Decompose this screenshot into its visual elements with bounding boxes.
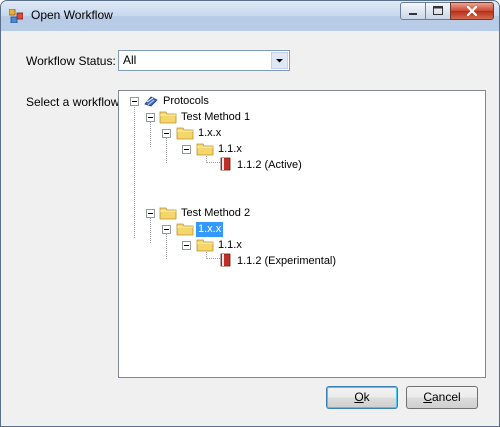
tree-connector — [150, 217, 151, 243]
collapse-toggle[interactable] — [146, 209, 155, 218]
workflow-app-icon — [9, 9, 23, 23]
tree-node-label[interactable]: Test Method 2 — [179, 206, 252, 221]
collapse-toggle[interactable] — [162, 225, 171, 234]
collapse-toggle[interactable] — [182, 241, 191, 250]
collapse-toggle[interactable] — [162, 129, 171, 138]
folder-icon — [159, 111, 177, 124]
open-workflow-dialog: Open Workflow Workflow Status: All Selec… — [0, 0, 500, 427]
cancel-button[interactable]: Cancel — [406, 386, 478, 409]
tree-node-label[interactable]: 1.1.x — [216, 142, 244, 157]
window-title: Open Workflow — [31, 8, 113, 22]
minimize-button[interactable] — [400, 2, 426, 20]
tree-node-label[interactable]: 1.1.2 (Experimental) — [235, 254, 338, 269]
book-icon — [220, 157, 231, 171]
tree-node-label[interactable]: 1.1.x — [216, 238, 244, 253]
chevron-down-icon — [271, 52, 288, 69]
close-icon — [466, 5, 478, 17]
book-icon — [220, 253, 231, 267]
title-bar[interactable]: Open Workflow — [1, 1, 499, 31]
maximize-icon — [433, 6, 443, 15]
tree-connector — [134, 105, 135, 238]
folder-icon — [196, 143, 214, 156]
ok-button[interactable]: Ok — [326, 386, 398, 409]
close-button[interactable] — [450, 2, 494, 20]
tree-connector — [206, 258, 220, 259]
workflow-tree[interactable]: Protocols Test Method 1 1.x.x 1.1.x 1.1.… — [118, 90, 486, 378]
ok-label: k — [363, 390, 370, 404]
cancel-label: ancel — [431, 390, 461, 404]
workflow-status-value: All — [123, 53, 137, 67]
select-workflow-label: Select a workflow: — [26, 95, 123, 109]
tree-connector — [206, 162, 220, 163]
folder-icon — [176, 127, 194, 140]
tree-node-label[interactable]: Protocols — [161, 94, 211, 109]
tree-connector — [166, 137, 167, 163]
ok-mnemonic: O — [354, 390, 364, 404]
protocols-icon — [144, 96, 158, 107]
folder-icon — [159, 207, 177, 220]
folder-icon — [196, 239, 214, 252]
minimize-icon — [409, 13, 417, 15]
tree-node-label[interactable]: Test Method 1 — [179, 110, 252, 125]
tree-connector — [150, 121, 151, 147]
workflow-status-label: Workflow Status: — [26, 54, 116, 68]
dialog-content: Workflow Status: All Select a workflow: — [1, 31, 499, 426]
tree-node-label[interactable]: 1.1.2 (Active) — [235, 158, 304, 173]
collapse-toggle[interactable] — [130, 97, 139, 106]
cancel-mnemonic: C — [423, 390, 432, 404]
tree-node-label[interactable]: 1.x.x — [196, 126, 223, 141]
folder-icon — [176, 223, 194, 236]
maximize-button[interactable] — [425, 2, 451, 20]
collapse-toggle[interactable] — [146, 113, 155, 122]
tree-node-label-selected[interactable]: 1.x.x — [196, 222, 224, 237]
collapse-toggle[interactable] — [182, 145, 191, 154]
tree-connector — [166, 233, 167, 259]
workflow-status-select[interactable]: All — [118, 50, 290, 71]
